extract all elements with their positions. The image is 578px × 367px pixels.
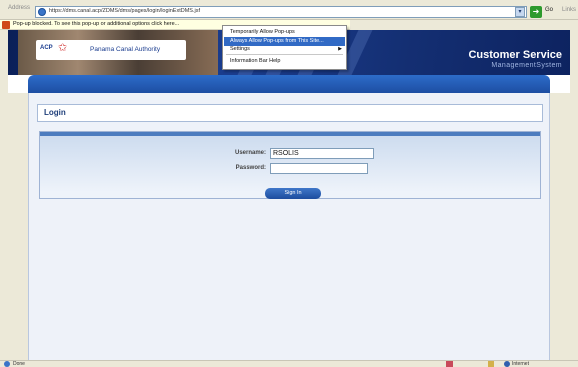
- popup-blocked-status-icon[interactable]: [446, 361, 453, 367]
- address-label: Address: [8, 5, 31, 11]
- go-arrow-icon[interactable]: ➜: [530, 6, 542, 18]
- links-button[interactable]: Links: [562, 7, 576, 13]
- status-text: Done: [13, 361, 25, 367]
- menu-item-info-bar-help[interactable]: Information Bar Help: [224, 57, 345, 66]
- main-content: Login Username: RSOLIS Password: Sign In: [28, 93, 550, 360]
- logo-acp-text: ACP: [40, 45, 53, 51]
- username-input[interactable]: RSOLIS: [270, 148, 374, 159]
- acp-logo: ACP ✩ Panama Canal Authority: [36, 40, 186, 60]
- address-dropdown-icon[interactable]: ▾: [515, 7, 525, 17]
- login-title: Login: [44, 108, 66, 117]
- right-margin: [550, 93, 570, 360]
- web-page: ACP ✩ Panama Canal Authority Customer Se…: [8, 30, 570, 360]
- login-panel-header: Login: [37, 104, 543, 122]
- status-bar: Done Internet: [0, 360, 578, 367]
- ie-page-icon: [38, 8, 46, 16]
- popup-blocked-icon: [2, 21, 10, 29]
- menu-item-settings[interactable]: Settings ▶: [224, 45, 345, 54]
- menu-item-settings-label: Settings: [230, 46, 250, 52]
- page-status-icon: [4, 361, 10, 367]
- login-form: Username: RSOLIS Password: Sign In: [39, 131, 541, 199]
- left-margin: [8, 93, 28, 360]
- security-zone-text: Internet: [512, 361, 529, 367]
- lock-icon[interactable]: [488, 361, 494, 367]
- sign-in-button[interactable]: Sign In: [265, 188, 321, 199]
- menu-separator: [226, 54, 343, 55]
- information-bar-text[interactable]: Pop-up blocked. To see this pop-up or ad…: [13, 21, 179, 27]
- password-label: Password:: [235, 165, 266, 171]
- nav-bar: [28, 75, 550, 93]
- submenu-arrow-icon: ▶: [338, 46, 342, 52]
- username-label: Username:: [234, 150, 266, 156]
- menu-item-temporarily-allow[interactable]: Temporarily Allow Pop-ups: [224, 28, 345, 37]
- globe-icon: [504, 361, 510, 367]
- go-button[interactable]: Go: [545, 7, 553, 13]
- address-bar: Address https://dms.canal.acp/ZDMS/dms/p…: [0, 0, 578, 20]
- brand-subtitle: ManagementSystem: [491, 62, 562, 69]
- address-url[interactable]: https://dms.canal.acp/ZDMS/dms/pages/log…: [49, 8, 200, 14]
- popup-options-menu: Temporarily Allow Pop-ups Always Allow P…: [222, 25, 347, 70]
- password-input[interactable]: [270, 163, 368, 174]
- brand-title: Customer Service: [468, 49, 562, 61]
- star-icon: ✩: [58, 42, 68, 54]
- logo-authority-name: Panama Canal Authority: [90, 46, 161, 53]
- address-input[interactable]: https://dms.canal.acp/ZDMS/dms/pages/log…: [35, 6, 527, 18]
